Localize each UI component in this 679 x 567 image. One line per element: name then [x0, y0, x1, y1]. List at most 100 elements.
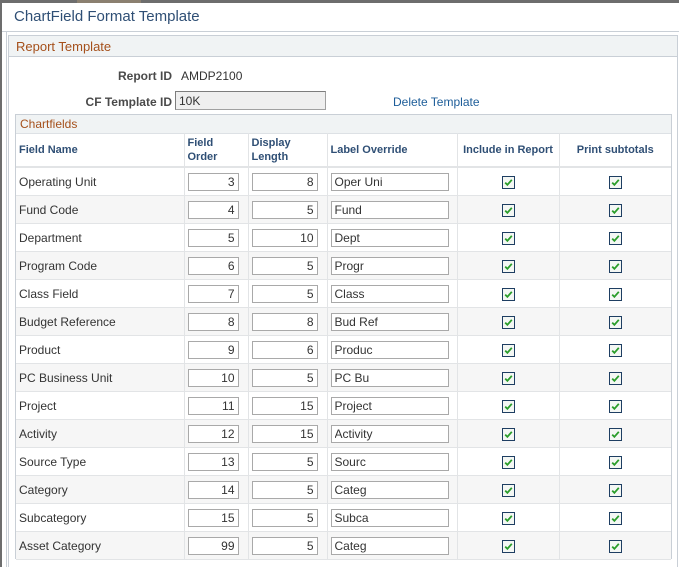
checkmark-icon [504, 346, 512, 354]
print-subtotals-checkbox[interactable] [608, 343, 622, 357]
chartfields-section: Chartfields Field Name Field Order Displ… [15, 114, 672, 560]
field-order-input[interactable] [187, 424, 239, 443]
checkmark-icon [504, 514, 512, 522]
print-subtotals-checkbox[interactable] [608, 483, 622, 497]
print-subtotals-checkbox[interactable] [608, 427, 622, 441]
include-in-report-checkbox[interactable] [501, 455, 515, 469]
label-override-input[interactable] [330, 452, 449, 471]
include-in-report-cell [457, 363, 560, 392]
print-subtotals-cell [559, 251, 671, 280]
label-override-input[interactable] [330, 228, 449, 247]
label-override-input[interactable] [330, 312, 449, 331]
field-order-input[interactable] [187, 536, 239, 555]
field-order-input[interactable] [187, 480, 239, 499]
print-subtotals-checkbox[interactable] [608, 399, 622, 413]
display-length-input[interactable] [251, 284, 318, 303]
field-order-input[interactable] [187, 452, 239, 471]
include-in-report-checkbox[interactable] [501, 399, 515, 413]
label-override-input[interactable] [330, 480, 449, 499]
display-length-input[interactable] [251, 312, 318, 331]
include-in-report-checkbox[interactable] [501, 483, 515, 497]
label-override-input[interactable] [330, 368, 449, 387]
field-order-input[interactable] [187, 508, 239, 527]
label-override-input[interactable] [330, 284, 449, 303]
print-subtotals-checkbox[interactable] [608, 539, 622, 553]
print-subtotals-checkbox[interactable] [608, 203, 622, 217]
print-subtotals-checkbox[interactable] [608, 259, 622, 273]
label-override-input[interactable] [330, 172, 449, 191]
field-name-cell: Fund Code [16, 195, 185, 224]
display-length-input[interactable] [251, 340, 318, 359]
include-in-report-checkbox[interactable] [501, 371, 515, 385]
label-override-input[interactable] [330, 508, 449, 527]
include-in-report-checkbox[interactable] [501, 231, 515, 245]
print-subtotals-checkbox[interactable] [608, 315, 622, 329]
checkmark-icon [504, 430, 512, 438]
print-subtotals-checkbox[interactable] [608, 455, 622, 469]
field-order-input[interactable] [187, 312, 239, 331]
include-in-report-checkbox[interactable] [501, 259, 515, 273]
display-length-input[interactable] [251, 424, 318, 443]
display-length-input[interactable] [251, 368, 318, 387]
display-length-input[interactable] [251, 396, 318, 415]
label-override-cell [327, 195, 458, 224]
include-in-report-checkbox[interactable] [501, 511, 515, 525]
print-subtotals-checkbox[interactable] [608, 175, 622, 189]
print-subtotals-checkbox[interactable] [608, 511, 622, 525]
field-name: Activity [19, 426, 58, 441]
display-length-input[interactable] [251, 508, 318, 527]
display-length-input[interactable] [251, 256, 318, 275]
include-in-report-checkbox[interactable] [501, 287, 515, 301]
display-length-cell [248, 391, 328, 420]
display-length-input[interactable] [251, 536, 318, 555]
label-override-input[interactable] [330, 200, 449, 219]
display-length-input[interactable] [251, 480, 318, 499]
delete-template-link[interactable]: Delete Template [393, 95, 480, 109]
include-in-report-checkbox[interactable] [501, 175, 515, 189]
window-top-bar [0, 0, 679, 3]
checkmark-icon [611, 178, 620, 186]
label-override-input[interactable] [330, 536, 449, 555]
label-override-input[interactable] [330, 256, 449, 275]
field-order-input[interactable] [187, 228, 239, 247]
field-name: Category [19, 482, 68, 497]
display-length-cell [248, 419, 328, 448]
checkmark-icon [611, 458, 620, 466]
include-in-report-checkbox[interactable] [501, 539, 515, 553]
field-order-input[interactable] [187, 368, 239, 387]
field-order-input[interactable] [187, 396, 239, 415]
field-order-cell [184, 279, 249, 308]
print-subtotals-cell [559, 363, 671, 392]
field-order-input[interactable] [187, 172, 239, 191]
include-in-report-checkbox[interactable] [501, 203, 515, 217]
field-order-cell [184, 419, 249, 448]
display-length-input[interactable] [251, 200, 318, 219]
display-length-input[interactable] [251, 228, 318, 247]
field-order-input[interactable] [187, 200, 239, 219]
checkmark-icon [504, 374, 512, 382]
field-name: PC Business Unit [19, 370, 113, 385]
column-header-label-override: Label Override [327, 133, 458, 168]
field-order-input[interactable] [187, 284, 239, 303]
column-header-include-in-report: Include in Report [457, 133, 560, 168]
print-subtotals-checkbox[interactable] [608, 231, 622, 245]
label-override-input[interactable] [330, 340, 449, 359]
field-name-cell: Budget Reference [16, 307, 185, 336]
checkmark-icon [611, 402, 620, 410]
field-name: Product [19, 342, 61, 357]
include-in-report-checkbox[interactable] [501, 315, 515, 329]
field-order-input[interactable] [187, 256, 239, 275]
table-row: Operating Unit [16, 167, 671, 196]
field-name-cell: Project [16, 391, 185, 420]
include-in-report-checkbox[interactable] [501, 427, 515, 441]
display-length-input[interactable] [251, 172, 318, 191]
print-subtotals-checkbox[interactable] [608, 287, 622, 301]
label-override-input[interactable] [330, 396, 449, 415]
print-subtotals-checkbox[interactable] [608, 371, 622, 385]
include-in-report-checkbox[interactable] [501, 343, 515, 357]
print-subtotals-cell [559, 307, 671, 336]
field-order-input[interactable] [187, 340, 239, 359]
cf-template-id-field[interactable] [175, 91, 326, 110]
label-override-input[interactable] [330, 424, 449, 443]
display-length-input[interactable] [251, 452, 318, 471]
